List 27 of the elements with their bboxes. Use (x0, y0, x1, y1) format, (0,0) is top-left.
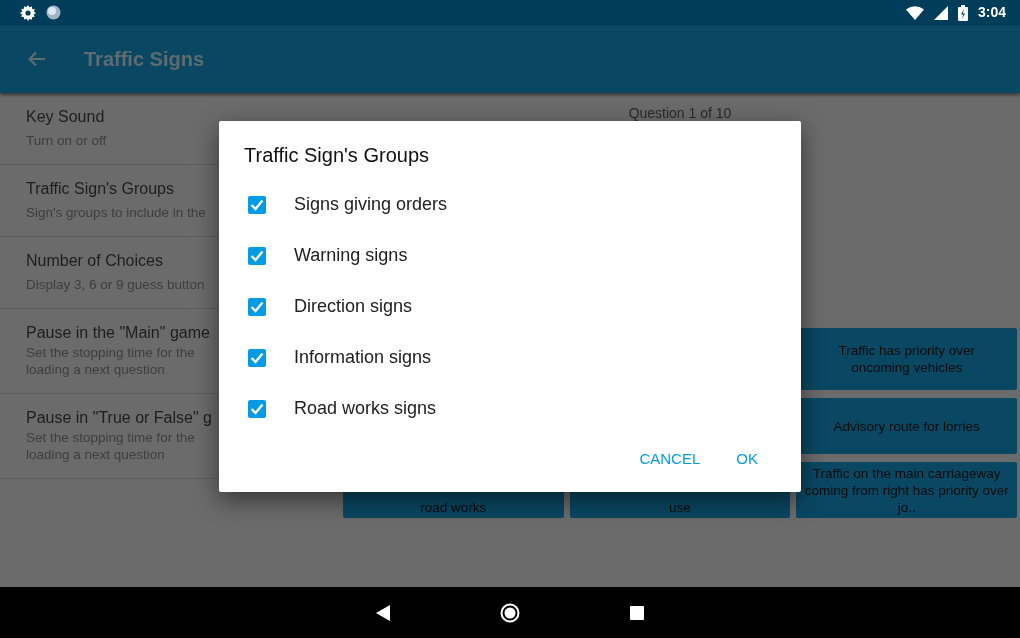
option-label: Direction signs (294, 295, 413, 318)
recents-square-icon[interactable] (630, 605, 644, 620)
option-label: Warning signs (294, 244, 408, 267)
ok-button[interactable]: OK (728, 441, 766, 476)
checkbox[interactable] (248, 348, 266, 367)
checkbox[interactable] (248, 195, 266, 214)
back-arrow-icon[interactable] (28, 51, 46, 67)
checkbox[interactable] (248, 246, 266, 265)
option-label: Information signs (294, 346, 432, 369)
checkbox[interactable] (248, 297, 266, 316)
checkbox[interactable] (248, 399, 266, 418)
home-circle-icon[interactable] (500, 602, 520, 623)
question-counter: Question 1 of 10 (627, 104, 733, 123)
signal-icon (933, 5, 948, 20)
option-label: Road works signs (294, 397, 437, 420)
setting-title[interactable]: Key Sound (26, 106, 330, 128)
answer-button[interactable]: Traffic on the main carriageway coming from right has priority over jo.. (796, 462, 1017, 518)
globe-icon (46, 5, 61, 20)
dialog-title: Traffic Sign's Groups (244, 143, 430, 167)
option-label: Signs giving orders (294, 193, 448, 216)
battery-charging-icon (957, 4, 968, 21)
settings-icon (20, 4, 36, 21)
cancel-button[interactable]: CANCEL (631, 441, 709, 476)
back-triangle-icon[interactable] (376, 604, 390, 621)
clock-time: 3:04 (977, 3, 1006, 22)
wifi-icon (905, 5, 924, 20)
app-title: Traffic Signs (84, 47, 205, 72)
